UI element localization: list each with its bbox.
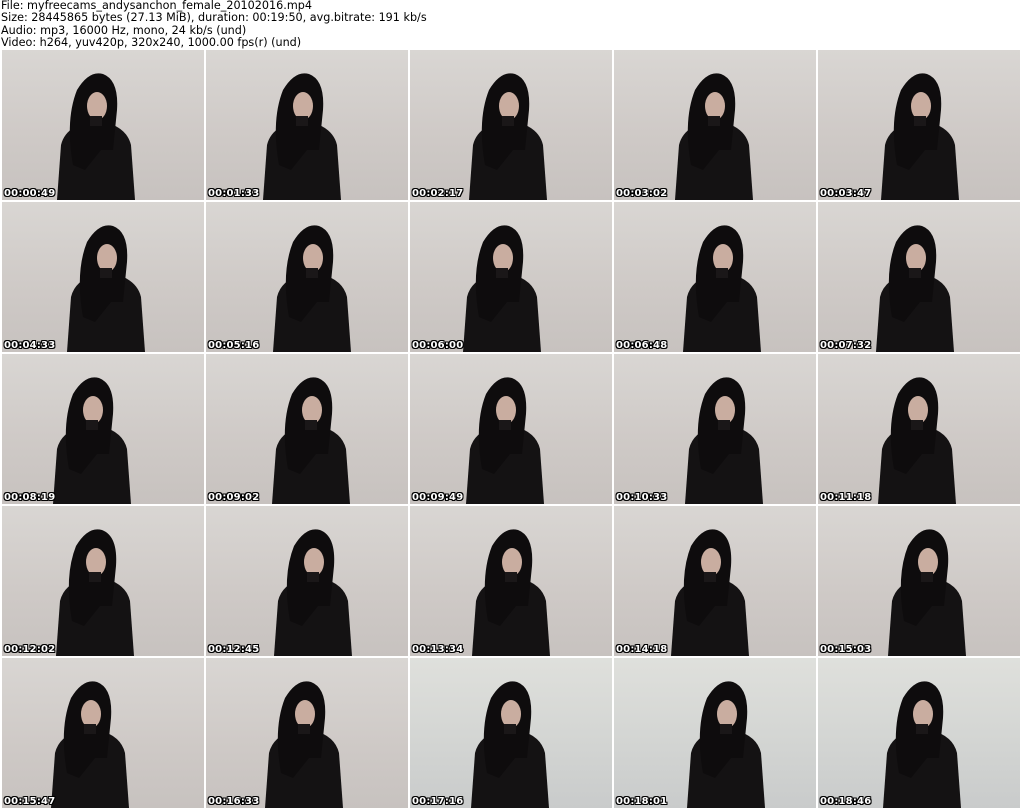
thumbnail-timestamp: 00:18:46 bbox=[820, 796, 872, 807]
thumbnail-tile: 00:13:34 bbox=[410, 506, 612, 656]
thumbnail-timestamp: 00:15:03 bbox=[820, 644, 872, 655]
video-frame bbox=[263, 73, 341, 200]
video-frame bbox=[685, 377, 763, 504]
thumbnail-timestamp: 00:01:33 bbox=[208, 188, 260, 199]
thumbnail-timestamp: 00:15:47 bbox=[4, 796, 56, 807]
video-frame bbox=[888, 529, 966, 656]
thumbnail-tile: 00:15:47 bbox=[2, 658, 204, 808]
thumbnail-tile: 00:10:33 bbox=[614, 354, 816, 504]
video-frame bbox=[471, 681, 549, 808]
thumbnail-tile: 00:17:16 bbox=[410, 658, 612, 808]
video-frame bbox=[274, 529, 352, 656]
thumbnail-timestamp: 00:06:48 bbox=[616, 340, 668, 351]
thumbnail-timestamp: 00:03:02 bbox=[616, 188, 668, 199]
thumbnail-timestamp: 00:10:33 bbox=[616, 492, 668, 503]
thumbnail-tile: 00:05:16 bbox=[206, 202, 408, 352]
video-frame bbox=[469, 73, 547, 200]
thumbnail-tile: 00:08:19 bbox=[2, 354, 204, 504]
thumbnail-timestamp: 00:13:34 bbox=[412, 644, 464, 655]
thumbnail-timestamp: 00:16:33 bbox=[208, 796, 260, 807]
video-info-line: Video: h264, yuv420p, 320x240, 1000.00 f… bbox=[1, 36, 302, 50]
video-frame bbox=[683, 225, 761, 352]
thumbnail-tile: 00:03:47 bbox=[818, 50, 1020, 200]
thumbnail-tile: 00:02:17 bbox=[410, 50, 612, 200]
thumbnail-tile: 00:11:18 bbox=[818, 354, 1020, 504]
thumbnail-timestamp: 00:06:00 bbox=[412, 340, 464, 351]
thumbnail-tile: 00:01:33 bbox=[206, 50, 408, 200]
video-frame bbox=[57, 73, 135, 200]
thumbnail-tile: 00:04:33 bbox=[2, 202, 204, 352]
thumbnail-timestamp: 00:08:19 bbox=[4, 492, 56, 503]
thumbnail-tile: 00:06:48 bbox=[614, 202, 816, 352]
thumbnail-timestamp: 00:18:01 bbox=[616, 796, 668, 807]
thumbnail-tile: 00:09:02 bbox=[206, 354, 408, 504]
thumbnail-timestamp: 00:04:33 bbox=[4, 340, 56, 351]
thumbnail-timestamp: 00:00:49 bbox=[4, 188, 56, 199]
thumbnail-timestamp: 00:09:49 bbox=[412, 492, 464, 503]
thumbnail-tile: 00:09:49 bbox=[410, 354, 612, 504]
video-frame bbox=[687, 681, 765, 808]
thumbnail-timestamp: 00:05:16 bbox=[208, 340, 260, 351]
video-frame bbox=[675, 73, 753, 200]
thumbnail-timestamp: 00:09:02 bbox=[208, 492, 260, 503]
video-frame bbox=[67, 225, 145, 352]
thumbnail-timestamp: 00:12:02 bbox=[4, 644, 56, 655]
thumbnail-tile: 00:14:18 bbox=[614, 506, 816, 656]
thumbnail-timestamp: 00:07:32 bbox=[820, 340, 872, 351]
thumbnail-timestamp: 00:03:47 bbox=[820, 188, 872, 199]
thumbnail-tile: 00:16:33 bbox=[206, 658, 408, 808]
thumbnail-timestamp: 00:11:18 bbox=[820, 492, 872, 503]
thumbnail-tile: 00:03:02 bbox=[614, 50, 816, 200]
video-frame bbox=[53, 377, 131, 504]
thumbnail-timestamp: 00:14:18 bbox=[616, 644, 668, 655]
video-frame bbox=[881, 73, 959, 200]
thumbnail-tile: 00:07:32 bbox=[818, 202, 1020, 352]
file-info-header: File: myfreecams_andysanchon_female_2010… bbox=[1, 0, 427, 50]
video-frame bbox=[883, 681, 961, 808]
thumbnail-tile: 00:00:49 bbox=[2, 50, 204, 200]
file-size-line: Size: 28445865 bytes (27.13 MiB), durati… bbox=[1, 11, 427, 25]
thumbnail-timestamp: 00:17:16 bbox=[412, 796, 464, 807]
video-frame bbox=[466, 377, 544, 504]
video-frame bbox=[878, 377, 956, 504]
video-frame bbox=[272, 377, 350, 504]
video-frame bbox=[671, 529, 749, 656]
thumbnail-tile: 00:12:02 bbox=[2, 506, 204, 656]
thumbnail-tile: 00:12:45 bbox=[206, 506, 408, 656]
thumbnail-tile: 00:15:03 bbox=[818, 506, 1020, 656]
video-frame bbox=[472, 529, 550, 656]
video-frame bbox=[51, 681, 129, 808]
video-frame bbox=[876, 225, 954, 352]
thumbnail-timestamp: 00:12:45 bbox=[208, 644, 260, 655]
thumbnail-tile: 00:18:46 bbox=[818, 658, 1020, 808]
thumbnail-grid: 00:00:49 00:01:33 00:02:17 00:03:02 00:03:47… bbox=[0, 50, 1024, 811]
video-frame bbox=[265, 681, 343, 808]
video-frame bbox=[463, 225, 541, 352]
video-frame bbox=[273, 225, 351, 352]
thumbnail-timestamp: 00:02:17 bbox=[412, 188, 464, 199]
thumbnail-tile: 00:06:00 bbox=[410, 202, 612, 352]
thumbnail-tile: 00:18:01 bbox=[614, 658, 816, 808]
video-frame bbox=[56, 529, 134, 656]
